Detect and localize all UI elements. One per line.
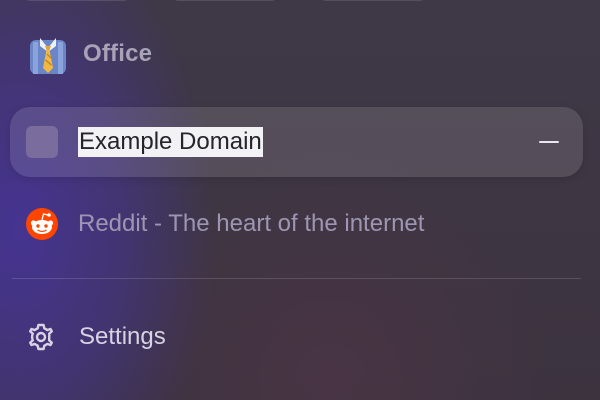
gear-icon: [29, 323, 53, 351]
reddit-icon: [26, 208, 58, 240]
minus-icon[interactable]: [539, 131, 561, 153]
space-title: Office: [83, 40, 153, 67]
tab-title[interactable]: Example Domain: [78, 127, 263, 157]
sidebar-divider: [12, 278, 581, 279]
space-header[interactable]: Office: [28, 34, 152, 74]
settings-label: Settings: [79, 323, 166, 350]
settings-item[interactable]: Settings: [26, 317, 326, 357]
tab-example-domain[interactable]: Example Domain: [10, 107, 583, 177]
tab-reddit[interactable]: Reddit - The heart of the internet: [10, 189, 583, 259]
blank-favicon-icon: [26, 126, 58, 158]
necktie-icon: [30, 38, 66, 74]
tab-title: Reddit - The heart of the internet: [78, 210, 425, 237]
